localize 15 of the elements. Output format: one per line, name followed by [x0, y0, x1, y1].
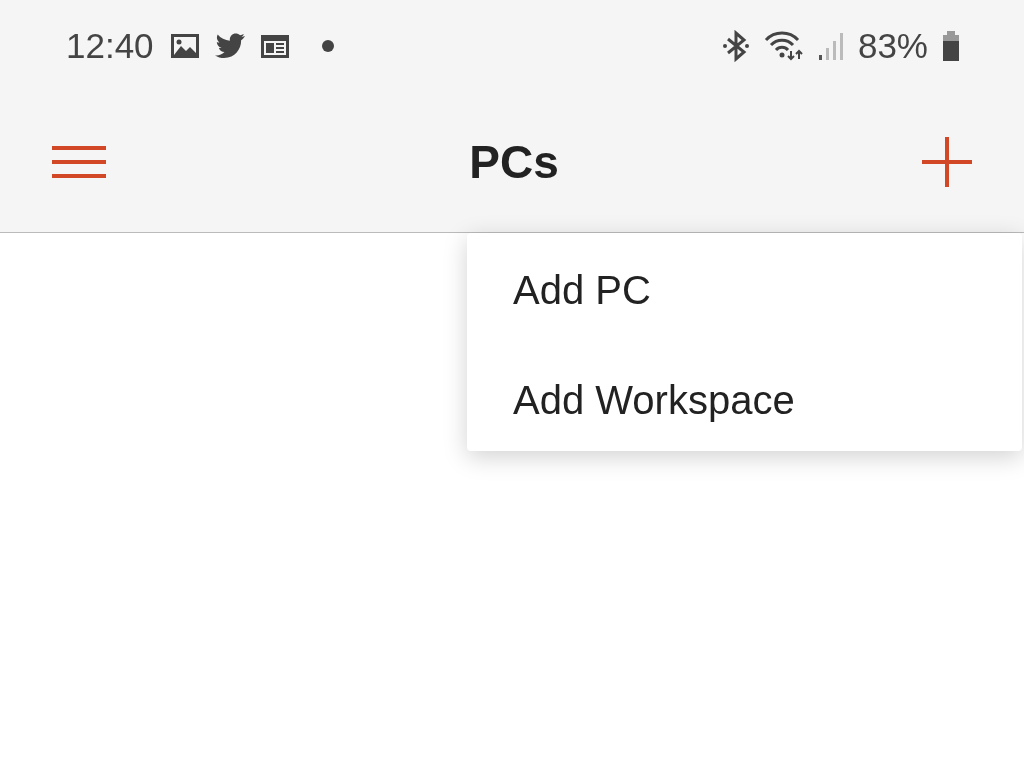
- wifi-icon: [763, 31, 804, 61]
- signal-icon: [817, 31, 844, 61]
- menu-icon: [52, 144, 106, 180]
- plus-icon: [922, 137, 972, 187]
- menu-item[interactable]: Add Workspace: [467, 377, 1022, 423]
- status-time: 12:40: [66, 26, 154, 66]
- calendar-icon: [259, 33, 290, 59]
- bluetooth-icon: [721, 30, 750, 62]
- battery-icon: [942, 31, 960, 61]
- image-icon: [169, 33, 200, 59]
- notification-dot-icon: [321, 40, 334, 52]
- menu-item[interactable]: Add PC: [467, 267, 1022, 313]
- page-title: PCs: [469, 135, 559, 189]
- battery-percentage: 83%: [857, 26, 928, 66]
- bird-icon: [213, 33, 246, 59]
